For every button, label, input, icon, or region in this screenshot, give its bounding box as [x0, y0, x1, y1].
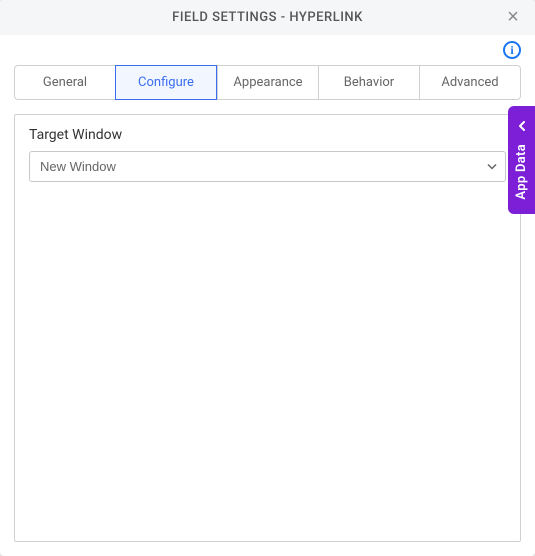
- chevron-left-icon: [516, 120, 528, 136]
- tab-label: Advanced: [441, 75, 498, 90]
- tab-configure[interactable]: Configure: [115, 65, 217, 100]
- tab-advanced[interactable]: Advanced: [419, 65, 521, 100]
- target-window-select[interactable]: New Window: [29, 151, 506, 182]
- info-icon[interactable]: i: [503, 41, 521, 59]
- tab-general[interactable]: General: [14, 65, 115, 100]
- target-window-select-wrapper: New Window: [29, 151, 506, 182]
- tab-label: Configure: [138, 75, 194, 90]
- field-settings-dialog: FIELD SETTINGS - HYPERLINK × i General C…: [0, 0, 535, 556]
- tab-bar: General Configure Appearance Behavior Ad…: [0, 65, 535, 100]
- close-button[interactable]: ×: [501, 6, 525, 30]
- dialog-title: FIELD SETTINGS - HYPERLINK: [172, 10, 363, 25]
- tab-label: Appearance: [233, 75, 302, 90]
- side-tab-label: App Data: [514, 144, 529, 200]
- tab-behavior[interactable]: Behavior: [318, 65, 419, 100]
- tab-label: Behavior: [344, 75, 394, 90]
- app-data-side-tab[interactable]: App Data: [508, 106, 535, 214]
- tab-appearance[interactable]: Appearance: [217, 65, 318, 100]
- dialog-header: FIELD SETTINGS - HYPERLINK ×: [0, 0, 535, 35]
- info-row: i: [0, 35, 535, 61]
- target-window-label: Target Window: [29, 127, 506, 143]
- tab-label: General: [43, 75, 87, 90]
- tab-content: Target Window New Window: [14, 114, 521, 542]
- close-icon: ×: [507, 6, 519, 29]
